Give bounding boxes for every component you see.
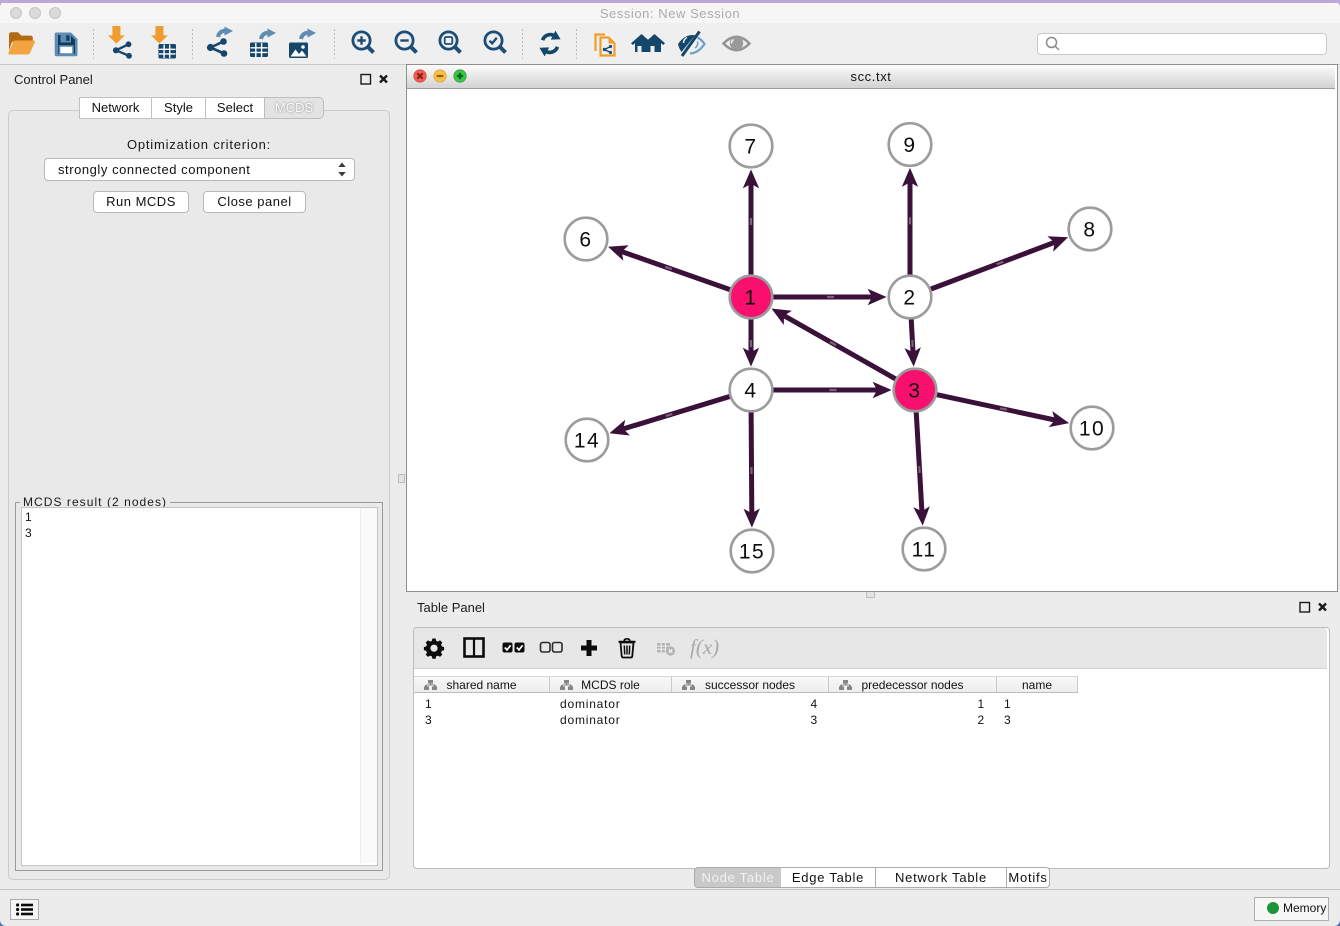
svg-text:10: 10 bbox=[1079, 418, 1105, 441]
svg-text:8: 8 bbox=[1083, 219, 1096, 242]
svg-text:9: 9 bbox=[903, 134, 916, 157]
svg-text:3: 3 bbox=[908, 380, 921, 403]
svg-text:6: 6 bbox=[579, 229, 592, 252]
svg-text:f(x): f(x) bbox=[690, 635, 719, 659]
svg-text:11: 11 bbox=[912, 539, 937, 562]
svg-text:1: 1 bbox=[744, 287, 757, 310]
svg-text:15: 15 bbox=[739, 541, 765, 564]
svg-text:14: 14 bbox=[574, 430, 600, 453]
svg-text:4: 4 bbox=[744, 380, 757, 403]
svg-text:7: 7 bbox=[744, 136, 757, 159]
svg-text:2: 2 bbox=[903, 287, 916, 310]
